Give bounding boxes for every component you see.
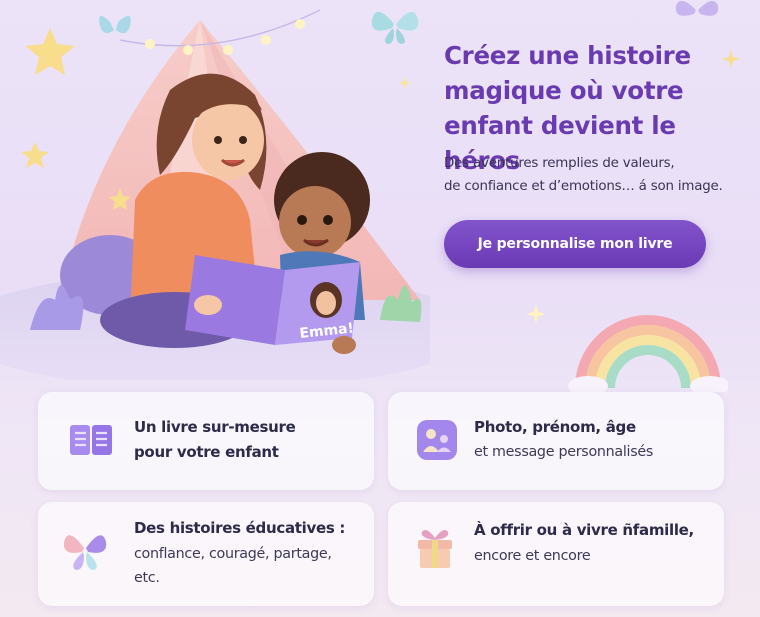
personalize-book-button[interactable]: Je personnalise mon livre	[444, 220, 706, 268]
feature-description: conflance, couragé, partage,	[134, 546, 332, 562]
photo-profile-icon	[414, 417, 460, 463]
butterfly-icon	[675, 0, 719, 16]
hero-title-line-2: magique où votre	[444, 76, 684, 105]
feature-card-personalization: Photo, prénom, âge et message personnali…	[388, 392, 724, 490]
feature-card-educational: Des histoires éducatives : conflance, co…	[38, 502, 374, 606]
feature-title-line-2: pour votre enfant	[134, 443, 279, 461]
hero-subtitle: Des aventures remplies de valeurs, de co…	[444, 152, 760, 198]
feature-title: Des histoires éducatives :	[134, 519, 346, 537]
hero-illustration: Emma!	[0, 0, 430, 380]
feature-title: Un livre sur-mesure	[134, 418, 296, 436]
feature-title: Photo, prénom, âge	[474, 418, 636, 436]
feature-description: encore et encore	[474, 548, 591, 564]
hero-title-line-1: Créez une histoire	[444, 41, 691, 70]
butterfly-icon	[62, 526, 108, 572]
hero-subtitle-line-2: de confiance et d’emotions… á son image.	[444, 179, 723, 194]
sparkle-icon	[526, 304, 546, 324]
feature-title: À offrir ou à vivre ñfamille,	[474, 521, 694, 539]
landing-page: Emma! Créez une histoire magique où votr…	[0, 0, 760, 617]
open-book-icon	[68, 417, 114, 463]
rainbow-icon	[568, 300, 728, 392]
butterfly-icon	[371, 11, 419, 44]
hero-subtitle-line-1: Des aventures remplies de valeurs,	[444, 156, 675, 171]
feature-description: et message personnalisés	[474, 444, 654, 460]
feature-description-line-2: etc.	[134, 570, 160, 586]
feature-card-custom-book: Un livre sur-mesure pour votre enfant	[38, 392, 374, 490]
sparkle-icon	[398, 76, 412, 90]
gift-box-icon	[412, 526, 458, 572]
feature-card-gift: À offrir ou à vivre ñfamille, encore et …	[388, 502, 724, 606]
